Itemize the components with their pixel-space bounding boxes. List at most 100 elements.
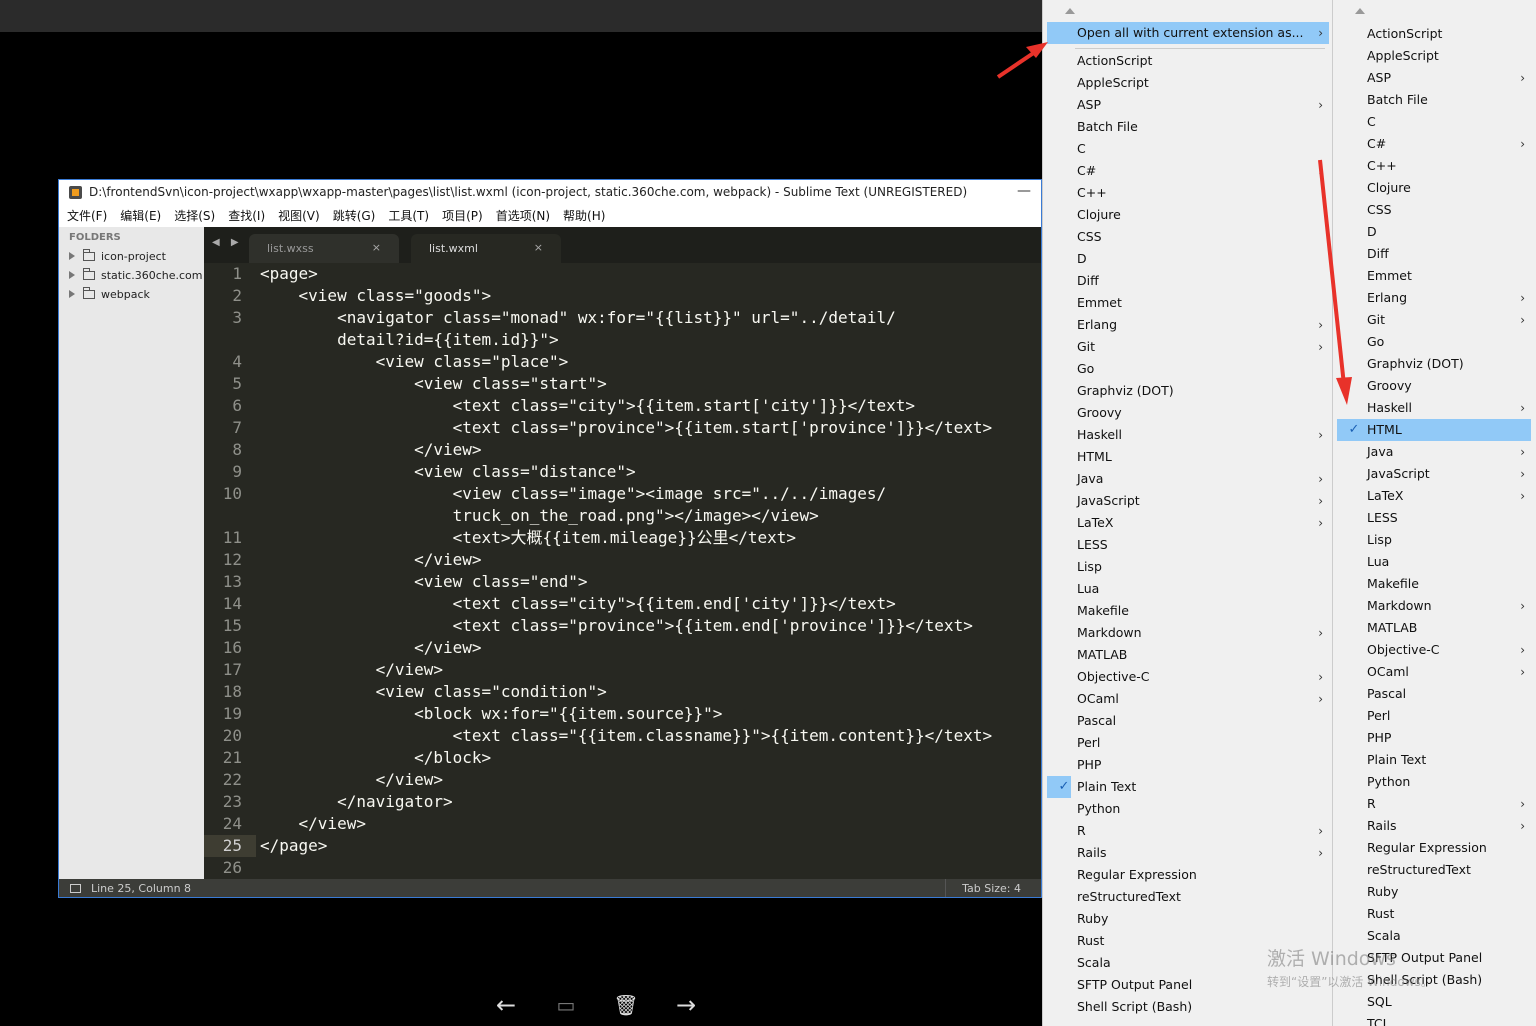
tab-nav-arrows[interactable]: ◀ ▶ — [212, 237, 243, 248]
code-line[interactable]: <text class="{{item.classname}}">{{item.… — [260, 725, 992, 747]
menu-item[interactable]: ActionScript — [1047, 50, 1329, 72]
menu-item[interactable]: Lua — [1337, 551, 1531, 573]
menu-item[interactable]: Lisp — [1337, 529, 1531, 551]
code-line[interactable]: <block wx:for="{{item.source}}"> — [260, 703, 722, 725]
menu-item[interactable]: Rails › — [1047, 842, 1329, 864]
scroll-up-icon[interactable] — [1065, 8, 1075, 14]
menu-4[interactable]: 视图(V) — [278, 205, 320, 227]
code-line[interactable]: truck_on_the_road.png"></image></view> — [260, 505, 819, 527]
code-line[interactable]: </navigator> — [260, 791, 453, 813]
scroll-up-icon[interactable] — [1355, 8, 1365, 14]
menu-5[interactable]: 跳转(G) — [333, 205, 376, 227]
menu-0[interactable]: 文件(F) — [67, 205, 107, 227]
minimize-button[interactable]: — — [1017, 183, 1031, 199]
menu-item[interactable]: JavaScript › — [1337, 463, 1531, 485]
menu-item[interactable]: ASP › — [1337, 67, 1531, 89]
menu-item[interactable]: MATLAB — [1337, 617, 1531, 639]
code-line[interactable]: </view> — [260, 813, 366, 835]
code-line[interactable]: <text class="city">{{item.start['city']}… — [260, 395, 915, 417]
panel-toggle-icon[interactable] — [70, 884, 81, 893]
menu-item[interactable]: Shell Script (Bash) — [1047, 996, 1329, 1018]
next-arrow-icon[interactable]: → — [671, 990, 701, 1020]
menu-item[interactable]: Pascal — [1337, 683, 1531, 705]
menu-item[interactable]: LESS — [1337, 507, 1531, 529]
menu-item[interactable]: Diff — [1337, 243, 1531, 265]
menu-item[interactable]: Ruby — [1047, 908, 1329, 930]
menu-item[interactable]: Java › — [1047, 468, 1329, 490]
menu-item[interactable]: C# › — [1047, 160, 1329, 182]
code-line[interactable]: <view class="place"> — [260, 351, 569, 373]
menu-item[interactable]: Groovy — [1337, 375, 1531, 397]
menu-item[interactable]: C — [1337, 111, 1531, 133]
menu-item[interactable]: ✓ Plain Text — [1047, 776, 1329, 798]
menu-item[interactable]: SQL — [1337, 991, 1531, 1013]
menu-item[interactable]: HTML — [1047, 446, 1329, 468]
menu-item[interactable]: PHP — [1047, 754, 1329, 776]
menu-item[interactable]: JavaScript › — [1047, 490, 1329, 512]
menu-item[interactable]: Lisp — [1047, 556, 1329, 578]
menu-item[interactable]: Python — [1047, 798, 1329, 820]
expand-arrow-icon[interactable] — [69, 252, 75, 260]
menu-item[interactable]: Perl — [1047, 732, 1329, 754]
menu-6[interactable]: 工具(T) — [388, 205, 429, 227]
menu-item[interactable]: OCaml › — [1337, 661, 1531, 683]
menu-item[interactable]: Clojure — [1337, 177, 1531, 199]
menu-item[interactable]: OCaml › — [1047, 688, 1329, 710]
code-editor[interactable]: <page> <view class="goods"> <navigator c… — [260, 263, 1040, 879]
menu-item[interactable]: reStructuredText — [1047, 886, 1329, 908]
menu-item[interactable]: Graphviz (DOT) — [1047, 380, 1329, 402]
menu-item[interactable]: CSS — [1047, 226, 1329, 248]
menu-item[interactable]: ActionScript — [1337, 23, 1531, 45]
menu-item[interactable]: C# › — [1337, 133, 1531, 155]
code-line[interactable]: <view class="start"> — [260, 373, 607, 395]
menu-item[interactable]: R › — [1047, 820, 1329, 842]
menu-item[interactable]: Markdown › — [1337, 595, 1531, 617]
sidebar-folder-0[interactable]: icon-project — [69, 247, 166, 265]
menu-item[interactable]: Emmet — [1337, 265, 1531, 287]
menu-item[interactable]: Groovy — [1047, 402, 1329, 424]
prev-arrow-icon[interactable]: ← — [491, 990, 521, 1020]
menu-1[interactable]: 编辑(E) — [120, 205, 161, 227]
code-line[interactable]: <page> — [260, 263, 318, 285]
code-line[interactable]: <text class="province">{{item.start['pro… — [260, 417, 992, 439]
menu-item[interactable]: Ruby — [1337, 881, 1531, 903]
menu-item[interactable]: LaTeX › — [1337, 485, 1531, 507]
menu-item[interactable]: C — [1047, 138, 1329, 160]
menu-item[interactable]: Perl — [1337, 705, 1531, 727]
menu-item[interactable]: ASP › — [1047, 94, 1329, 116]
menu-item[interactable]: AppleScript — [1337, 45, 1531, 67]
tab-list-wxss[interactable]: list.wxss × — [249, 234, 399, 263]
menu-item[interactable]: Batch File — [1337, 89, 1531, 111]
menu-item[interactable]: Objective-C › — [1337, 639, 1531, 661]
menu-item[interactable]: Markdown › — [1047, 622, 1329, 644]
menu-item[interactable]: Graphviz (DOT) — [1337, 353, 1531, 375]
menu-item[interactable]: reStructuredText — [1337, 859, 1531, 881]
tab-close-icon[interactable]: × — [534, 241, 543, 254]
menu-item[interactable]: LESS — [1047, 534, 1329, 556]
code-line[interactable]: <text>大概{{item.mileage}}公里</text> — [260, 527, 796, 549]
menu-3[interactable]: 查找(I) — [228, 205, 265, 227]
code-line[interactable]: <text class="province">{{item.end['provi… — [260, 615, 973, 637]
menu-item[interactable]: Batch File — [1047, 116, 1329, 138]
menu-2[interactable]: 选择(S) — [174, 205, 215, 227]
code-line[interactable]: <view class="image"><image src="../../im… — [260, 483, 886, 505]
menu-item[interactable]: ✓ HTML — [1337, 419, 1531, 441]
open-all-with-extension-item[interactable]: Open all with current extension as... › — [1047, 22, 1329, 44]
code-line[interactable]: detail?id={{item.id}}"> — [260, 329, 559, 351]
menu-item[interactable]: Regular Expression — [1337, 837, 1531, 859]
menu-item[interactable]: Erlang › — [1337, 287, 1531, 309]
menu-item[interactable]: Haskell › — [1337, 397, 1531, 419]
menu-item[interactable]: Git › — [1047, 336, 1329, 358]
menu-item[interactable]: Rust — [1337, 903, 1531, 925]
menu-9[interactable]: 帮助(H) — [563, 205, 605, 227]
code-line[interactable]: <view class="goods"> — [260, 285, 492, 307]
menu-item[interactable]: D — [1337, 221, 1531, 243]
menu-item[interactable]: Go — [1047, 358, 1329, 380]
code-line[interactable]: <view class="condition"> — [260, 681, 607, 703]
code-line[interactable]: </view> — [260, 769, 443, 791]
code-line[interactable]: <view class="end"> — [260, 571, 587, 593]
code-line[interactable]: </view> — [260, 549, 481, 571]
menu-item[interactable]: C++ — [1337, 155, 1531, 177]
tab-list-wxml[interactable]: list.wxml × — [411, 234, 561, 263]
code-line[interactable]: </page> — [260, 835, 327, 857]
